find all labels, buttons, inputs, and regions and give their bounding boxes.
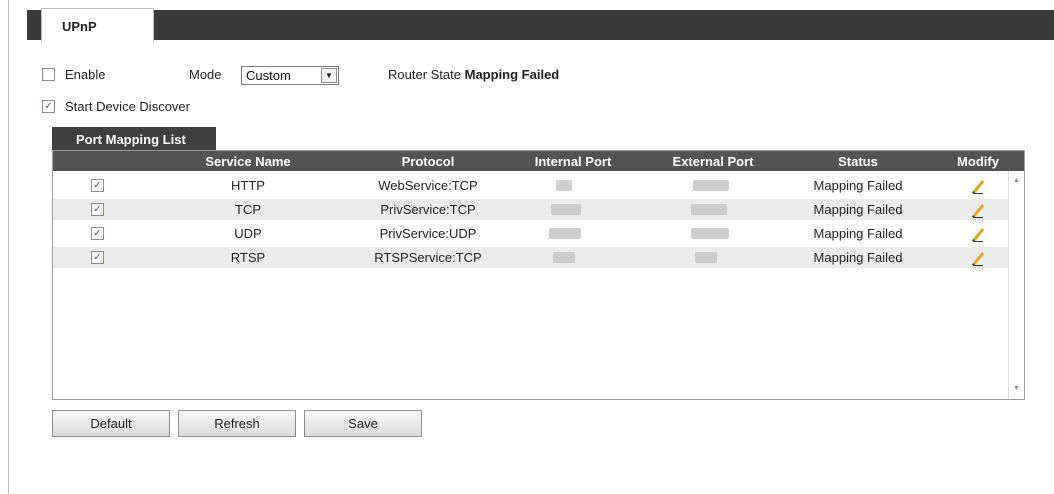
row-service-name: HTTP bbox=[231, 178, 265, 193]
row-status: Mapping Failed bbox=[813, 250, 903, 265]
internal-port-redacted bbox=[553, 252, 575, 263]
start-device-discover-label: Start Device Discover bbox=[65, 99, 190, 114]
table-row: ✓ RTSP RTSPService:TCP Mapping Failed bbox=[53, 247, 1008, 268]
column-modify: Modify bbox=[957, 154, 999, 169]
internal-port-redacted bbox=[551, 204, 581, 215]
column-internal-port: Internal Port bbox=[534, 154, 612, 169]
row-status: Mapping Failed bbox=[813, 226, 903, 241]
router-state: Router State Mapping Failed bbox=[388, 67, 559, 82]
row-protocol: PrivService:UDP bbox=[379, 226, 477, 241]
pencil-icon[interactable] bbox=[970, 176, 986, 194]
row-checkbox[interactable]: ✓ bbox=[91, 227, 104, 240]
row-checkbox[interactable]: ✓ bbox=[91, 251, 104, 264]
row-protocol: WebService:TCP bbox=[378, 178, 478, 193]
upnp-settings-page: UPnP Enable Mode Custom ▼ Router State M… bbox=[8, 0, 1054, 494]
column-service-name: Service Name bbox=[205, 154, 291, 169]
table-row: ✓ TCP PrivService:TCP Mapping Failed bbox=[53, 199, 1008, 220]
external-port-redacted bbox=[695, 252, 717, 263]
default-button[interactable]: Default bbox=[52, 410, 170, 437]
row-protocol: PrivService:TCP bbox=[380, 202, 476, 217]
tab-strip bbox=[27, 10, 1054, 40]
enable-label: Enable bbox=[65, 67, 106, 82]
mode-label: Mode bbox=[189, 67, 222, 82]
table-scrollbar[interactable]: ▲ ▼ bbox=[1008, 171, 1024, 399]
internal-port-redacted bbox=[556, 180, 572, 191]
mode-select-value: Custom bbox=[246, 68, 291, 83]
scroll-up-icon[interactable]: ▲ bbox=[1009, 175, 1024, 187]
mode-select[interactable]: Custom ▼ bbox=[241, 66, 339, 85]
chevron-down-icon[interactable]: ▼ bbox=[321, 68, 337, 83]
pencil-icon[interactable] bbox=[970, 248, 986, 266]
port-mapping-table: Service Name Protocol Internal Port Exte… bbox=[52, 150, 1025, 400]
external-port-redacted bbox=[691, 204, 727, 215]
table-row: ✓ HTTP WebService:TCP Mapping Failed bbox=[53, 175, 1008, 196]
row-checkbox[interactable]: ✓ bbox=[91, 179, 104, 192]
row-status: Mapping Failed bbox=[813, 202, 903, 217]
pencil-icon[interactable] bbox=[970, 200, 986, 218]
row-service-name: UDP bbox=[234, 226, 262, 241]
refresh-button[interactable]: Refresh bbox=[178, 410, 296, 437]
row-service-name: TCP bbox=[235, 202, 261, 217]
column-status: Status bbox=[838, 154, 878, 169]
start-device-discover-checkbox[interactable]: ✓ bbox=[42, 100, 55, 113]
enable-checkbox[interactable] bbox=[42, 68, 55, 81]
table-row: ✓ UDP PrivService:UDP Mapping Failed bbox=[53, 223, 1008, 244]
row-status: Mapping Failed bbox=[813, 178, 903, 193]
router-state-value: Mapping Failed bbox=[464, 67, 560, 82]
table-header: Service Name Protocol Internal Port Exte… bbox=[53, 151, 1024, 171]
external-port-redacted bbox=[693, 180, 729, 191]
router-state-label: Router State bbox=[388, 67, 461, 82]
pencil-icon[interactable] bbox=[970, 224, 986, 242]
row-checkbox[interactable]: ✓ bbox=[91, 203, 104, 216]
tab-upnp[interactable]: UPnP bbox=[41, 8, 154, 42]
external-port-redacted bbox=[691, 228, 729, 239]
row-service-name: RTSP bbox=[230, 250, 266, 265]
internal-port-redacted bbox=[549, 228, 581, 239]
row-protocol: RTSPService:TCP bbox=[374, 250, 482, 265]
tab-port-mapping-list[interactable]: Port Mapping List bbox=[52, 127, 216, 152]
column-external-port: External Port bbox=[672, 154, 754, 169]
column-protocol: Protocol bbox=[401, 154, 455, 169]
save-button[interactable]: Save bbox=[304, 410, 422, 437]
scroll-down-icon[interactable]: ▼ bbox=[1009, 383, 1024, 395]
